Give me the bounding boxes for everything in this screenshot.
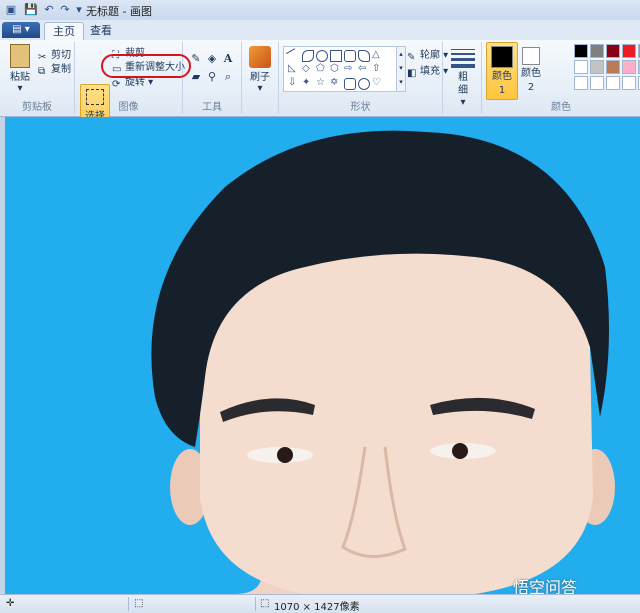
selection-size-icon: ⬚: [134, 598, 144, 609]
callout-rect-icon[interactable]: [344, 78, 356, 90]
customize-qat-icon[interactable]: ▾: [72, 3, 86, 17]
paint-app-icon[interactable]: ▣: [4, 3, 18, 17]
rectangle-shape-icon[interactable]: [330, 50, 342, 62]
fill-bucket-icon[interactable]: ◈: [205, 52, 219, 66]
clipboard-group: 粘贴 ▾ ✂ 剪切 ⧉ 复制 剪贴板: [0, 42, 75, 114]
paste-button[interactable]: 粘贴 ▾: [6, 44, 34, 94]
palette-swatch[interactable]: [574, 44, 588, 58]
color1-button[interactable]: 颜色 1: [486, 42, 518, 100]
rotate-icon: ⟳: [112, 79, 121, 90]
palette-swatch[interactable]: [574, 76, 588, 90]
right-pupil: [452, 443, 468, 459]
tab-view[interactable]: 查看: [82, 22, 120, 40]
size-button[interactable]: 粗细 ▾: [449, 46, 477, 108]
five-point-star-icon[interactable]: ☆: [316, 78, 326, 88]
group-label-shapes: 形状: [350, 102, 371, 113]
undo-icon[interactable]: ↶: [42, 3, 56, 17]
eraser-icon[interactable]: ▰: [189, 70, 203, 84]
canvas-area[interactable]: [0, 117, 640, 594]
down-arrow-shape-icon[interactable]: ⇩: [288, 78, 298, 88]
palette-swatch[interactable]: [606, 76, 620, 90]
copy-button[interactable]: ⧉ 复制: [38, 60, 71, 77]
heart-shape-icon[interactable]: ♡: [372, 78, 382, 88]
hexagon-shape-icon[interactable]: ⬡: [330, 64, 340, 74]
redo-icon[interactable]: ↷: [58, 3, 72, 17]
palette-swatch[interactable]: [590, 76, 604, 90]
curve-shape-icon[interactable]: [302, 50, 314, 62]
color2-swatch: [522, 47, 540, 65]
right-triangle-shape-icon[interactable]: ◺: [288, 64, 298, 74]
brushes-group: 刷子 ▾: [242, 42, 279, 114]
image-size-icon: ⬚: [260, 598, 270, 609]
color-picker-icon[interactable]: ⚲: [205, 70, 219, 84]
group-label-tools: 工具: [202, 102, 222, 113]
brushes-button[interactable]: 刷子 ▾: [246, 46, 274, 94]
clipboard-icon: [10, 44, 30, 68]
left-arrow-shape-icon[interactable]: ⇦: [358, 64, 368, 74]
text-tool-icon[interactable]: A: [221, 52, 235, 66]
right-arrow-shape-icon[interactable]: ⇨: [344, 64, 354, 74]
callout-oval-icon[interactable]: [358, 78, 370, 90]
palette-swatch[interactable]: [590, 60, 604, 74]
portrait-photo: [5, 117, 640, 594]
group-label-colors: 颜色: [551, 102, 571, 113]
cursor-position-icon: ✛: [6, 598, 15, 609]
dashed-select-icon: [86, 89, 104, 105]
polygon-shape-icon[interactable]: [358, 50, 370, 62]
color1-swatch: [491, 46, 513, 68]
group-label-clipboard: 剪贴板: [22, 102, 52, 113]
palette-swatch[interactable]: [590, 44, 604, 58]
palette-swatch[interactable]: [622, 76, 636, 90]
ribbon-tabs: ▤ ▾ 主页 查看: [0, 20, 640, 41]
window-title: 无标题 - 画图: [86, 5, 152, 18]
outline-button[interactable]: ✎ 轮廓 ▾: [397, 46, 448, 63]
six-point-star-icon[interactable]: ✡: [330, 78, 340, 88]
left-pupil: [277, 447, 293, 463]
shapes-group: △ ◺ ◇ ⬠ ⬡ ⇨ ⇦ ⇧ ⇩ ✦ ☆ ✡ ♡ ▴ ▾ ▾ ✎ 轮廓 ▾ ◧ 填充 …: [279, 42, 448, 114]
photo-canvas[interactable]: [5, 117, 640, 594]
magnifier-icon[interactable]: ⌕: [221, 70, 235, 84]
palette-swatch[interactable]: [606, 60, 620, 74]
copy-icon: ⧉: [38, 66, 46, 77]
fill-icon: ◧: [407, 68, 417, 79]
fill-button[interactable]: ◧ 填充 ▾: [397, 62, 448, 79]
ribbon: 粘贴 ▾ ✂剪切 ⧉复制 剪贴板 图像 选择 ▾ ⛶裁剪 ▭重新调整大小 ⟳旋转…: [0, 40, 640, 140]
file-menu-button[interactable]: ▤ ▾: [2, 22, 40, 38]
brush-icon: [249, 46, 271, 68]
image-dimensions: 1070 × 1427像素: [274, 602, 360, 613]
rounded-rect-shape-icon[interactable]: [344, 50, 356, 62]
shapes-gallery: △ ◺ ◇ ⬠ ⬡ ⇨ ⇦ ⇧ ⇩ ✦ ☆ ✡ ♡: [283, 46, 397, 92]
line-shape-icon[interactable]: [285, 48, 301, 63]
oval-shape-icon[interactable]: [316, 50, 328, 62]
diamond-shape-icon[interactable]: ◇: [302, 64, 312, 74]
color2-button[interactable]: 颜色 2: [518, 44, 544, 95]
save-icon[interactable]: 💾: [24, 3, 38, 17]
palette-swatch[interactable]: [622, 60, 636, 74]
palette-swatch[interactable]: [622, 44, 636, 58]
colors-group: 颜色 1 颜色 2 颜色: [482, 42, 640, 114]
line-width-icon: [451, 49, 475, 68]
triangle-shape-icon[interactable]: △: [372, 50, 382, 60]
pentagon-shape-icon[interactable]: ⬠: [316, 64, 326, 74]
tab-home[interactable]: 主页: [44, 22, 84, 41]
up-arrow-shape-icon[interactable]: ⇧: [372, 64, 382, 74]
palette-swatch[interactable]: [574, 60, 588, 74]
pencil-icon[interactable]: ✎: [189, 52, 203, 66]
size-group: 粗细 ▾: [443, 42, 482, 114]
highlight-circle: [101, 54, 191, 78]
status-bar: ✛ ⬚ ⬚ 1070 × 1427像素: [0, 594, 640, 613]
title-bar: ▣ 💾 ↶ ↷ ▾ 无标题 - 画图: [0, 0, 640, 21]
tools-group: ✎ ◈ A ▰ ⚲ ⌕ 工具: [183, 42, 242, 114]
palette-swatch[interactable]: [606, 44, 620, 58]
four-point-star-icon[interactable]: ✦: [302, 78, 312, 88]
